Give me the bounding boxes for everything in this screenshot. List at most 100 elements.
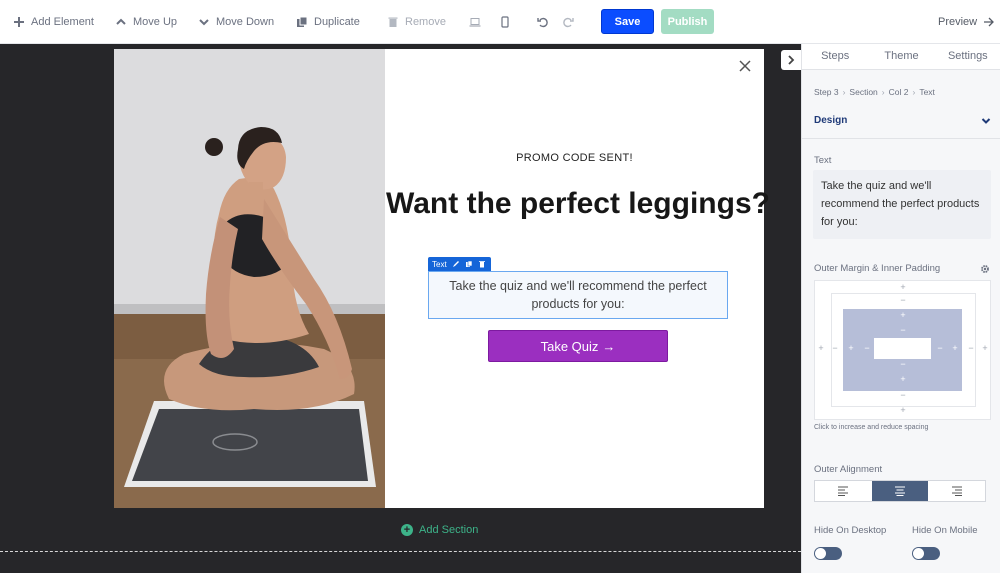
align-center-icon [895, 486, 905, 496]
breadcrumb-separator-icon: › [912, 87, 916, 97]
publish-button[interactable]: Publish [661, 9, 714, 34]
gear-icon[interactable] [980, 261, 990, 273]
top-toolbar: Add Element Move Up Move Down Duplicate … [0, 0, 1000, 44]
content-box [874, 338, 931, 359]
chevron-down-icon [981, 117, 991, 124]
align-right-button[interactable] [928, 481, 985, 501]
breadcrumb-separator-icon: › [842, 87, 846, 97]
alignment-label: Outer Alignment [814, 464, 883, 475]
undo-icon [537, 16, 549, 28]
padding-left-decrease[interactable]: − [863, 344, 871, 353]
redo-button[interactable] [562, 0, 574, 44]
spacing-label: Outer Margin & Inner Padding [814, 263, 941, 274]
plus-icon [13, 16, 25, 28]
margin-bottom-decrease[interactable]: − [899, 391, 907, 400]
take-quiz-label: Take Quiz [540, 338, 599, 354]
text-content-field[interactable]: Take the quiz and we'll recommend the pe… [813, 170, 991, 239]
breadcrumb: Step 3 › Section › Col 2 › Text [814, 87, 935, 97]
save-button[interactable]: Save [601, 9, 654, 34]
add-section-label: Add Section [419, 524, 479, 536]
edit-icon[interactable] [452, 260, 460, 270]
selected-text-element[interactable]: Take the quiz and we'll recommend the pe… [428, 271, 728, 319]
preview-label: Preview [938, 16, 978, 28]
settings-panel: Steps Theme Settings Step 3 › Section › … [801, 44, 1000, 573]
chevron-right-icon [788, 55, 795, 65]
breadcrumb-separator-icon: › [881, 87, 885, 97]
delete-icon[interactable] [478, 260, 486, 270]
remove-button[interactable]: Remove [387, 0, 446, 44]
padding-top-increase[interactable]: + [899, 311, 907, 320]
undo-button[interactable] [537, 0, 549, 44]
margin-left-increase[interactable]: + [817, 344, 825, 353]
margin-top-decrease[interactable]: − [899, 296, 907, 305]
mobile-icon [499, 16, 511, 28]
tab-theme[interactable]: Theme [868, 44, 934, 69]
laptop-icon [469, 16, 481, 28]
move-down-button[interactable]: Move Down [198, 0, 274, 44]
margin-right-decrease[interactable]: − [967, 344, 975, 353]
margin-top-increase[interactable]: + [899, 283, 907, 292]
add-element-button[interactable]: Add Element [13, 0, 94, 44]
section-divider [0, 551, 801, 552]
tab-steps[interactable]: Steps [802, 44, 868, 69]
padding-bottom-increase[interactable]: + [899, 375, 907, 384]
arrow-right-icon: → [602, 338, 616, 354]
text-field-label: Text [814, 155, 832, 166]
promo-heading[interactable]: PROMO CODE SENT! [385, 152, 764, 164]
duplicate-icon [296, 16, 308, 28]
align-left-button[interactable] [815, 481, 872, 501]
plus-circle-icon: + [401, 524, 413, 536]
hide-mobile-toggle[interactable] [912, 547, 940, 560]
take-quiz-button[interactable]: Take Quiz → [488, 330, 668, 362]
align-left-icon [838, 486, 849, 496]
margin-bottom-increase[interactable]: + [899, 406, 907, 415]
move-up-label: Move Up [133, 16, 178, 28]
align-right-icon [951, 486, 962, 496]
padding-left-increase[interactable]: + [847, 344, 855, 353]
collapse-panel-button[interactable] [781, 50, 801, 70]
margin-left-decrease[interactable]: − [831, 344, 839, 353]
panel-divider [802, 138, 1000, 139]
spacing-editor[interactable]: + − + − − + − + + − + − − + − + [814, 280, 991, 420]
close-icon[interactable] [738, 59, 752, 73]
add-section-button[interactable]: + Add Section [401, 524, 478, 536]
duplicate-button[interactable]: Duplicate [296, 0, 360, 44]
remove-label: Remove [405, 16, 446, 28]
breadcrumb-step[interactable]: Step 3 [814, 87, 839, 97]
margin-right-increase[interactable]: + [981, 344, 989, 353]
move-up-button[interactable]: Move Up [115, 0, 177, 44]
preview-button[interactable]: Preview [938, 0, 995, 44]
popup-preview[interactable]: PROMO CODE SENT! Want the perfect leggin… [114, 49, 770, 508]
hero-image[interactable] [114, 49, 385, 508]
element-type-label: Text [432, 260, 447, 269]
arrow-right-icon [983, 16, 995, 28]
design-section-toggle[interactable]: Design [814, 115, 991, 126]
padding-bottom-decrease[interactable]: − [899, 360, 907, 369]
mobile-view-button[interactable] [499, 0, 511, 44]
selected-element-toolbar: Text [428, 257, 491, 272]
popup-headline[interactable]: Want the perfect leggings? [385, 183, 771, 225]
panel-tabs: Steps Theme Settings [802, 44, 1000, 70]
yoga-woman-photo [114, 49, 385, 508]
move-down-label: Move Down [216, 16, 275, 28]
padding-top-decrease[interactable]: − [899, 326, 907, 335]
chevron-up-icon [115, 16, 127, 28]
hide-desktop-label: Hide On Desktop [814, 525, 887, 536]
editor-canvas: PROMO CODE SENT! Want the perfect leggin… [0, 44, 801, 573]
padding-right-increase[interactable]: + [951, 344, 959, 353]
breadcrumb-text[interactable]: Text [919, 87, 935, 97]
align-center-button[interactable] [871, 481, 929, 501]
copy-icon[interactable] [465, 260, 473, 270]
alignment-selector [814, 480, 986, 502]
hide-mobile-label: Hide On Mobile [912, 525, 978, 536]
spacing-hint: Click to increase and reduce spacing [814, 424, 929, 431]
breadcrumb-col[interactable]: Col 2 [889, 87, 909, 97]
desktop-view-button[interactable] [469, 0, 481, 44]
trash-icon [387, 16, 399, 28]
duplicate-label: Duplicate [314, 16, 360, 28]
hide-desktop-toggle[interactable] [814, 547, 842, 560]
padding-right-decrease[interactable]: − [936, 344, 944, 353]
tab-settings[interactable]: Settings [935, 44, 1000, 69]
redo-icon [562, 16, 574, 28]
breadcrumb-section[interactable]: Section [849, 87, 877, 97]
